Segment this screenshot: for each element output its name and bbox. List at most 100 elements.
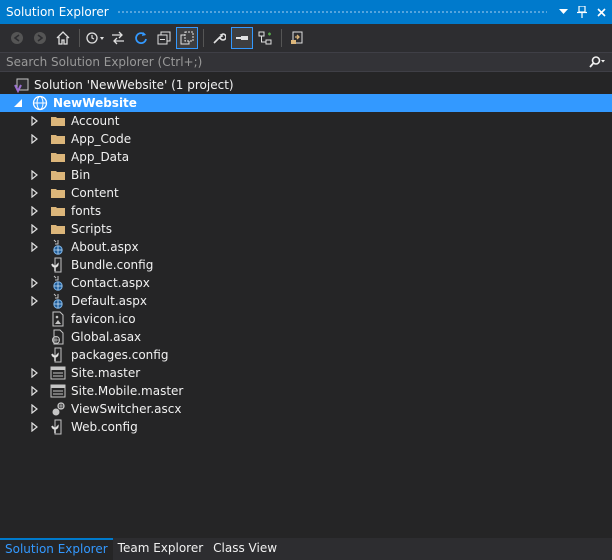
tree-item-label: Bin [71, 168, 91, 182]
tree-item-label: fonts [71, 204, 102, 218]
tree-item-label: favicon.ico [71, 312, 136, 326]
project-node[interactable]: NewWebsite [0, 94, 612, 112]
config-file-icon [51, 419, 62, 435]
expand-arrow-icon[interactable] [30, 188, 40, 198]
folder-icon [51, 135, 65, 144]
tree-item-label: Global.asax [71, 330, 142, 344]
solution-node[interactable]: Solution 'NewWebsite' (1 project) [0, 76, 612, 94]
solution-label: Solution 'NewWebsite' (1 project) [34, 78, 234, 92]
expand-arrow-icon[interactable] [30, 422, 40, 432]
tree-item-label: Contact.aspx [71, 276, 150, 290]
pending-changes-filter-icon[interactable] [84, 27, 106, 49]
sync-with-active-document-icon[interactable] [107, 27, 129, 49]
refresh-icon[interactable] [130, 27, 152, 49]
tree-item[interactable]: Scripts [0, 220, 612, 238]
toolbar-separator [79, 29, 80, 47]
preview-selected-items-icon[interactable] [231, 27, 253, 49]
tree-item[interactable]: Site.Mobile.master [0, 382, 612, 400]
expand-arrow-icon[interactable] [30, 116, 40, 126]
master-file-icon [50, 384, 66, 398]
tree-item[interactable]: ViewSwitcher.ascx [0, 400, 612, 418]
home-icon[interactable] [52, 27, 74, 49]
copy-website-icon[interactable] [286, 27, 308, 49]
folder-icon [51, 153, 65, 162]
tab-solution-explorer[interactable]: Solution Explorer [0, 538, 113, 560]
project-label: NewWebsite [53, 96, 137, 110]
folder-icon [51, 189, 65, 198]
tree-item[interactable]: Site.master [0, 364, 612, 382]
tree-item[interactable]: Bin [0, 166, 612, 184]
folder-icon [51, 225, 65, 234]
folder-icon [51, 117, 65, 126]
expand-arrow-icon[interactable] [30, 368, 40, 378]
tree-item-label: App_Code [71, 132, 132, 146]
expand-arrow-icon[interactable] [30, 386, 40, 396]
tree-item[interactable]: Content [0, 184, 612, 202]
collapse-arrow-icon[interactable] [13, 98, 23, 108]
website-globe-icon [32, 95, 48, 111]
tree-item[interactable]: Account [0, 112, 612, 130]
config-file-icon [51, 347, 62, 363]
tree-item-label: Site.master [71, 366, 141, 380]
tree-item[interactable]: Default.aspx [0, 292, 612, 310]
tree-item-label: Default.aspx [71, 294, 147, 308]
tree-item-label: ViewSwitcher.ascx [71, 402, 182, 416]
expand-arrow-icon[interactable] [30, 404, 40, 414]
expand-arrow-icon[interactable] [30, 278, 40, 288]
tree-item[interactable]: Bundle.config [0, 256, 612, 274]
title-bar[interactable]: Solution Explorer [0, 0, 612, 24]
tab-team-explorer[interactable]: Team Explorer [113, 538, 209, 560]
expand-arrow-icon[interactable] [30, 206, 40, 216]
search-options-icon[interactable] [582, 53, 612, 71]
properties-wrench-icon[interactable] [208, 27, 230, 49]
tree-item-label: App_Data [71, 150, 130, 164]
tree-item[interactable]: Contact.aspx [0, 274, 612, 292]
back-icon[interactable] [6, 27, 28, 49]
tree-item-label: Scripts [71, 222, 113, 236]
pin-icon[interactable] [574, 4, 590, 20]
tab-class-view[interactable]: Class View [208, 538, 282, 560]
tree-item-label: Content [71, 186, 119, 200]
tree-item[interactable]: fonts [0, 202, 612, 220]
toolbar [0, 24, 612, 52]
folder-icon [51, 171, 65, 180]
tree-item[interactable]: favicon.ico [0, 310, 612, 328]
image-file-icon [52, 311, 64, 327]
tree-item[interactable]: packages.config [0, 346, 612, 364]
aspx-file-icon [53, 275, 63, 291]
tree-item[interactable]: App_Code [0, 130, 612, 148]
view-class-diagram-icon[interactable] [254, 27, 276, 49]
tree-item-label: Web.config [71, 420, 138, 434]
expand-arrow-icon[interactable] [30, 224, 40, 234]
tree-item-label: Account [71, 114, 120, 128]
asax-file-icon [52, 329, 64, 345]
expand-arrow-icon[interactable] [30, 296, 40, 306]
toolbar-separator [281, 29, 282, 47]
collapse-all-icon[interactable] [153, 27, 175, 49]
drag-grip[interactable] [116, 9, 547, 15]
folder-icon [51, 207, 65, 216]
window-menu-dropdown-icon[interactable] [555, 4, 571, 20]
search-input[interactable] [0, 54, 582, 70]
toolbar-separator [203, 29, 204, 47]
forward-icon[interactable] [29, 27, 51, 49]
show-all-files-icon[interactable] [176, 27, 198, 49]
expand-arrow-icon[interactable] [30, 134, 40, 144]
config-file-icon [51, 257, 62, 273]
window-title: Solution Explorer [6, 5, 109, 19]
tree-item[interactable]: Web.config [0, 418, 612, 436]
tree-item[interactable]: About.aspx [0, 238, 612, 256]
search-box[interactable] [0, 52, 612, 72]
master-file-icon [50, 366, 66, 380]
solution-tree: Solution 'NewWebsite' (1 project) NewWeb… [0, 76, 612, 436]
tree-item-label: Bundle.config [71, 258, 154, 272]
ascx-file-icon [52, 402, 65, 416]
tree-item[interactable]: App_Data [0, 148, 612, 166]
tree-item-label: About.aspx [71, 240, 139, 254]
solution-icon [14, 78, 29, 93]
expand-arrow-icon[interactable] [30, 242, 40, 252]
close-icon[interactable] [593, 4, 609, 20]
tree-item[interactable]: Global.asax [0, 328, 612, 346]
bottom-tab-strip: Solution Explorer Team Explorer Class View [0, 538, 612, 560]
expand-arrow-icon[interactable] [30, 170, 40, 180]
